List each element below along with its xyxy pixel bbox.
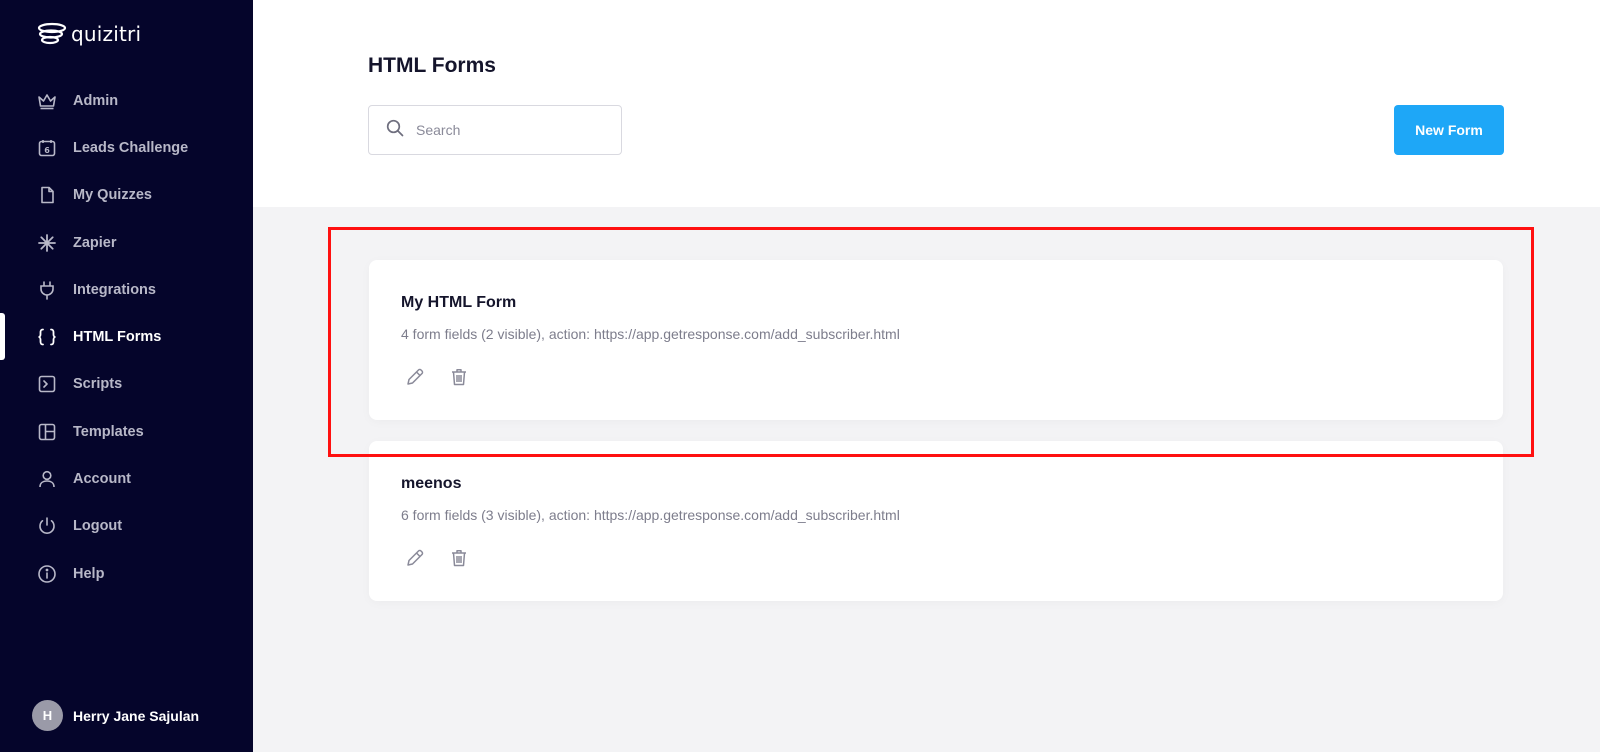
sidebar-item-scripts[interactable]: Scripts [0,361,253,408]
info-icon [37,564,57,584]
new-form-button[interactable]: New Form [1394,105,1504,155]
form-description: 6 form fields (3 visible), action: https… [401,507,900,523]
sidebar-item-help[interactable]: Help [0,550,253,597]
page-header: HTML Forms New Form [253,0,1600,207]
sidebar-item-label: My Quizzes [73,187,152,204]
plug-icon [37,280,57,300]
document-icon [37,185,57,205]
sidebar-item-leads-challenge[interactable]: 6 Leads Challenge [0,124,253,171]
layout-icon [37,422,57,442]
sidebar-item-label: Help [73,565,105,582]
sidebar-item-label: Admin [73,92,119,109]
user-icon [37,469,57,489]
calendar-icon: 6 [37,138,57,158]
sidebar-item-label: Leads Challenge [73,139,189,156]
sidebar-item-zapier[interactable]: Zapier [0,219,253,266]
sidebar-item-label: HTML Forms [73,329,162,346]
form-actions [403,546,471,570]
logo-icon [37,22,67,45]
form-title: My HTML Form [401,294,517,311]
delete-trash-icon[interactable] [447,365,471,389]
edit-pencil-icon[interactable] [403,546,427,570]
active-indicator [0,313,5,361]
crown-icon [37,91,57,111]
asterisk-icon [37,233,57,253]
search-icon [386,119,404,142]
sidebar-item-label: Templates [73,423,144,440]
power-icon [37,516,57,536]
user-profile[interactable]: H Herry Jane Sajulan [32,700,199,731]
calendar-badge: 6 [44,146,50,155]
logo[interactable]: quizitri [37,22,141,46]
page-title: HTML Forms [368,54,496,77]
edit-pencil-icon[interactable] [403,365,427,389]
sidebar-item-label: Scripts [73,376,123,393]
sidebar-item-label: Logout [73,518,123,535]
avatar: H [32,700,63,731]
form-card: My HTML Form 4 form fields (2 visible), … [369,260,1503,420]
search-box[interactable] [368,105,622,155]
sidebar-item-label: Integrations [73,281,156,298]
sidebar-item-label: Zapier [73,234,117,251]
form-title: meenos [401,475,462,492]
logo-text: quizitri [71,22,142,46]
sidebar-item-templates[interactable]: Templates [0,408,253,455]
sidebar-item-label: Account [73,471,131,488]
delete-trash-icon[interactable] [447,546,471,570]
sidebar-item-account[interactable]: Account [0,455,253,502]
sidebar-item-integrations[interactable]: Integrations [0,266,253,313]
form-actions [403,365,471,389]
sidebar: quizitri Admin 6 Leads Challenge My Quiz… [0,0,253,752]
form-card: meenos 6 form fields (3 visible), action… [369,441,1503,601]
search-input[interactable] [416,122,606,138]
sidebar-item-logout[interactable]: Logout [0,503,253,550]
sidebar-item-admin[interactable]: Admin [0,77,253,124]
braces-icon [37,327,57,347]
sidebar-item-html-forms[interactable]: HTML Forms [0,313,253,361]
sidebar-nav: Admin 6 Leads Challenge My Quizzes Zapie… [0,77,253,597]
form-description: 4 form fields (2 visible), action: https… [401,326,900,342]
user-name: Herry Jane Sajulan [73,707,200,724]
sidebar-item-my-quizzes[interactable]: My Quizzes [0,172,253,219]
terminal-icon [37,374,57,394]
